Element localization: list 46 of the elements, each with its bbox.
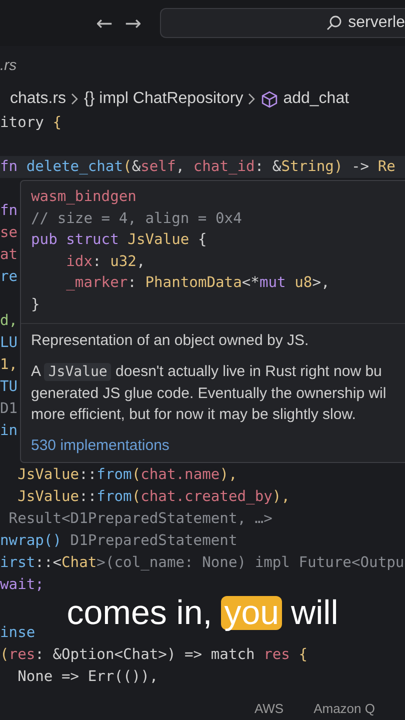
code-line: JsValue::from(chat.name), xyxy=(16,466,238,483)
status-item[interactable]: Amazon Q xyxy=(314,698,375,720)
code-line: JsValue::from(chat.created_by), xyxy=(16,488,290,505)
chevron-icon xyxy=(71,93,80,105)
code-line: LU xyxy=(0,334,18,351)
code-line: Result<D1PreparedStatement, …> xyxy=(8,510,272,527)
caption-word: will xyxy=(290,596,340,630)
code-line: (res: &Option<Chat>) => match res { xyxy=(0,646,308,663)
caption-word: you xyxy=(221,596,282,630)
code-line: pub struct JsValue { xyxy=(31,230,208,250)
status-item[interactable]: AWS xyxy=(254,698,284,720)
cube-icon xyxy=(261,90,278,108)
code-line: TU xyxy=(0,378,18,395)
doc-paragraph: A JsValue doesn't actually live in Rust right now bu generated JS glue code. Eventually the ownership wil more efficient, but for now it may be slightly slow. xyxy=(31,362,388,425)
search-field[interactable]: serverle xyxy=(160,8,405,38)
breadcrumb-item[interactable]: chats.rs xyxy=(10,90,66,108)
code-line: re xyxy=(0,268,18,285)
code-line: _marker: PhantomData<*mut u8>, xyxy=(65,273,331,293)
code-line: irst::<Chat>(col_name: None) impl Future<Outpu xyxy=(0,554,404,571)
file-tab[interactable]: .rs xyxy=(0,46,90,86)
code-line: at xyxy=(0,246,18,263)
code-line: idx: u32, xyxy=(65,252,146,272)
code-line: // size = 4, align = 0x4 xyxy=(31,208,243,228)
back-button[interactable]: ← xyxy=(96,11,113,35)
code-line: } xyxy=(31,294,41,314)
code-line: in xyxy=(0,422,18,439)
doc-summary: Representation of an object owned by JS. xyxy=(31,332,310,349)
chevron-icon xyxy=(248,93,256,105)
code-line: d, xyxy=(0,312,18,329)
caption-word: comes in, xyxy=(66,596,214,630)
search-icon xyxy=(326,15,342,31)
code-line: fn delete_chat(&self, chat_id: &String) -> Re xyxy=(0,158,396,175)
code-line: inse xyxy=(0,624,36,641)
code-line: wasm_bindgen xyxy=(31,187,138,207)
code-line: None => Err(()), xyxy=(16,668,158,685)
code-line: D1 xyxy=(0,400,18,417)
breadcrumb-item[interactable]: add_chat xyxy=(283,90,350,108)
code-line: 1, xyxy=(0,356,18,373)
code-line: nwrap() D1PreparedStatement xyxy=(0,532,238,549)
code-line: wait; xyxy=(0,576,44,593)
breadcrumb-item[interactable]: {} impl ChatRepository xyxy=(84,90,244,108)
code-line: fn xyxy=(0,202,18,219)
forward-button[interactable]: → xyxy=(124,11,142,35)
implementations-link[interactable]: 530 implementations xyxy=(31,437,170,454)
code-line: itory { xyxy=(0,114,62,131)
code-line: se xyxy=(0,224,18,241)
